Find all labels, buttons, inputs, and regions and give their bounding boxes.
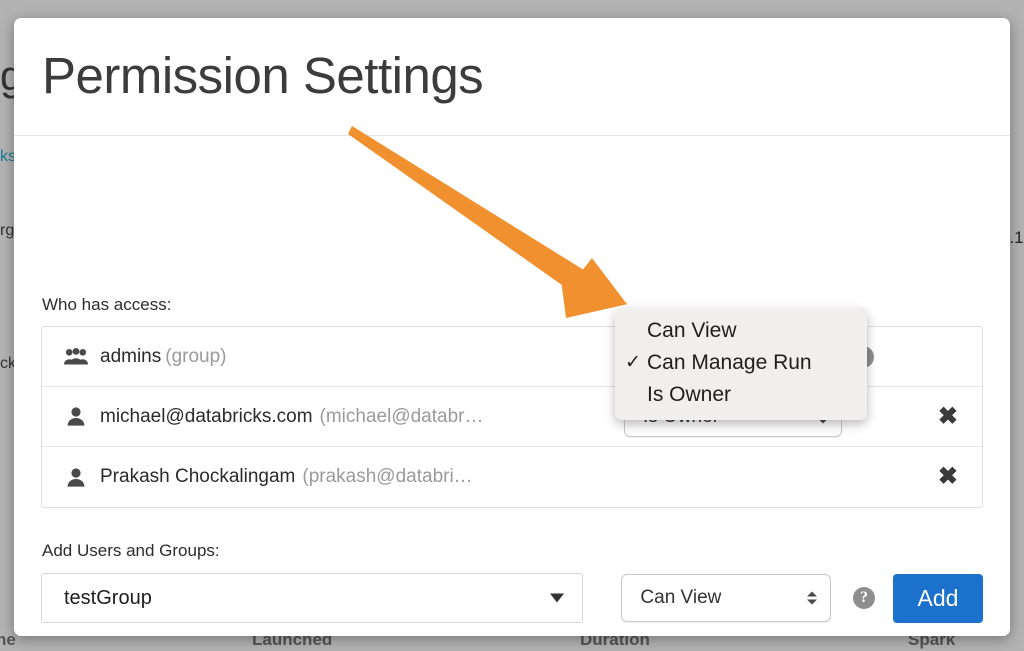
- background-text-fragment-1: rg: [0, 222, 14, 240]
- add-principal-value: testGroup: [64, 587, 152, 610]
- stepper-arrows-icon: [807, 592, 817, 605]
- add-principal-combobox[interactable]: testGroup: [41, 573, 583, 623]
- principal-name: Prakash Chockalingam: [100, 466, 295, 488]
- page-title: Permission Settings: [42, 50, 483, 101]
- principal-meta: (prakash@databri…: [302, 466, 472, 488]
- person-icon: [62, 407, 89, 426]
- dropdown-option-can-manage-run[interactable]: ✓ Can Manage Run: [615, 347, 867, 379]
- add-principal-row: testGroup Can View ? Add: [41, 572, 983, 624]
- who-has-access-label: Who has access:: [42, 295, 171, 315]
- group-icon: [62, 348, 89, 365]
- principal-name: michael@databricks.com: [100, 406, 313, 428]
- add-button[interactable]: Add: [893, 574, 983, 623]
- add-permission-select[interactable]: Can View: [621, 574, 831, 622]
- dropdown-option-can-view[interactable]: Can View: [615, 315, 867, 347]
- remove-row-button[interactable]: ✖: [938, 465, 958, 489]
- screen: g ks rg ck 2.1 ne Launched Duration Spar…: [0, 0, 1024, 651]
- permission-dropdown-menu: Can View ✓ Can Manage Run Is Owner: [615, 308, 867, 420]
- principal-cell: admins (group): [42, 346, 624, 368]
- help-icon[interactable]: ?: [853, 587, 875, 609]
- dropdown-option-label: Can Manage Run: [647, 351, 812, 374]
- permission-cell: Can Manage Run: [624, 457, 874, 497]
- dialog-header: Permission Settings: [14, 18, 1010, 136]
- add-permission-value: Can View: [640, 587, 721, 609]
- principal-meta: (group): [165, 346, 226, 368]
- person-icon: [62, 468, 89, 487]
- dropdown-option-label: Is Owner: [647, 383, 731, 406]
- add-users-and-groups-label: Add Users and Groups:: [42, 541, 220, 561]
- check-icon: ✓: [625, 347, 641, 379]
- remove-row-button[interactable]: ✖: [938, 405, 958, 429]
- principal-cell: michael@databricks.com (michael@databr…: [42, 406, 624, 428]
- dropdown-option-is-owner[interactable]: Is Owner: [615, 379, 867, 411]
- principal-name: admins: [100, 346, 161, 368]
- chevron-down-icon: [550, 594, 564, 603]
- dropdown-option-label: Can View: [647, 319, 737, 342]
- background-column-header-name: ne: [0, 630, 16, 650]
- principal-meta: (michael@databr…: [320, 406, 484, 428]
- table-row: Prakash Chockalingam (prakash@databri… C…: [42, 447, 982, 507]
- principal-cell: Prakash Chockalingam (prakash@databri…: [42, 466, 624, 488]
